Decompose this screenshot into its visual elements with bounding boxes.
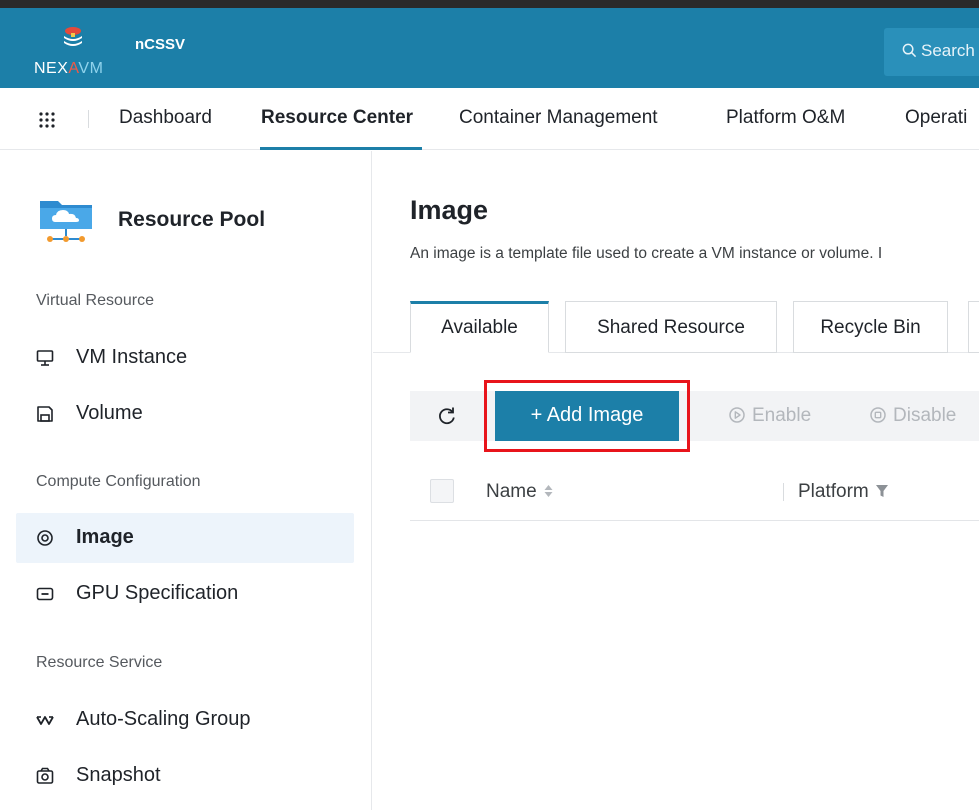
tab-available[interactable]: Available <box>410 301 549 353</box>
sidebar-item-label: Auto-Scaling Group <box>76 708 251 730</box>
main-content: Image An image is a template file used t… <box>373 151 979 810</box>
tab-shared-resource[interactable]: Shared Resource <box>565 301 777 353</box>
top-nav: Dashboard Resource Center Container Mana… <box>0 88 979 150</box>
refresh-icon <box>439 407 455 425</box>
sort-icon[interactable] <box>543 483 554 499</box>
nav-operations[interactable]: Operati <box>905 107 967 129</box>
disable-label: Disable <box>893 405 957 426</box>
tab-recycle-bin[interactable]: Recycle Bin <box>793 301 948 353</box>
window-top-strip <box>0 0 979 8</box>
column-name-header[interactable]: Name <box>486 481 554 503</box>
sidebar-item-label: Image <box>76 526 134 548</box>
search-icon <box>902 43 917 58</box>
gpu-card-icon <box>36 587 54 601</box>
nav-divider <box>88 110 89 128</box>
column-platform-header[interactable]: Platform <box>798 481 889 503</box>
nav-container-management[interactable]: Container Management <box>459 107 658 129</box>
sidebar-item-snapshot[interactable]: Snapshot <box>16 751 354 801</box>
camera-icon <box>36 767 54 784</box>
page-title: Image <box>410 195 489 225</box>
monitor-icon <box>36 350 54 366</box>
logo-wordmark: NEXAVM <box>34 60 104 77</box>
table-header: Name Platform <box>410 470 979 521</box>
sidebar-item-label: VM Instance <box>76 346 188 368</box>
app-name: nCSSV <box>135 36 186 53</box>
enable-label: Enable <box>752 405 812 426</box>
resource-pool-icon <box>40 201 92 242</box>
search-box[interactable]: Search <box>884 28 979 76</box>
sidebar-item-image[interactable]: Image <box>16 513 354 563</box>
scaling-icon <box>36 716 54 725</box>
sidebar-item-label: Snapshot <box>76 764 161 786</box>
sidebar: Resource Pool Virtual Resource VM Instan… <box>0 151 372 810</box>
disable-icon <box>870 407 886 423</box>
highlight-box <box>484 380 690 452</box>
column-name-label: Name <box>486 481 537 502</box>
select-all-checkbox[interactable] <box>430 479 454 503</box>
nav-resource-center[interactable]: Resource Center <box>261 107 413 129</box>
disable-button[interactable]: Disable <box>847 391 979 441</box>
nexavm-logo[interactable]: NEXAVM <box>30 24 120 78</box>
sidebar-item-volume[interactable]: Volume <box>16 389 354 439</box>
refresh-button[interactable] <box>410 391 484 441</box>
app-header: NEXAVM nCSSV Search <box>0 8 979 88</box>
sidebar-item-vm-instance[interactable]: VM Instance <box>16 333 354 383</box>
logo-stack-icon <box>64 27 82 46</box>
group-virtual-resource: Virtual Resource <box>36 292 154 309</box>
toolbar: + Add Image Enable Disable <box>410 380 979 452</box>
group-compute-configuration: Compute Configuration <box>36 473 201 490</box>
tab-more[interactable] <box>968 301 979 353</box>
sidebar-item-label: Volume <box>76 402 143 424</box>
column-platform-label: Platform <box>798 481 869 502</box>
group-resource-service: Resource Service <box>36 654 163 671</box>
column-divider <box>783 483 784 501</box>
app-grid-icon[interactable] <box>37 110 57 130</box>
filter-icon[interactable] <box>875 483 889 499</box>
image-target-icon <box>37 530 53 546</box>
sidebar-item-gpu-specification[interactable]: GPU Specification <box>16 569 354 619</box>
sidebar-title: Resource Pool <box>118 208 266 231</box>
enable-button[interactable]: Enable <box>706 391 836 441</box>
sidebar-item-label: GPU Specification <box>76 582 239 604</box>
search-placeholder: Search <box>921 41 975 60</box>
enable-icon <box>729 407 745 423</box>
nav-active-indicator <box>260 147 422 150</box>
page-description: An image is a template file used to crea… <box>410 245 883 262</box>
nav-platform-om[interactable]: Platform O&M <box>726 107 845 129</box>
sidebar-item-auto-scaling-group[interactable]: Auto-Scaling Group <box>16 695 354 745</box>
disk-icon <box>37 406 53 422</box>
nav-dashboard[interactable]: Dashboard <box>119 107 212 129</box>
